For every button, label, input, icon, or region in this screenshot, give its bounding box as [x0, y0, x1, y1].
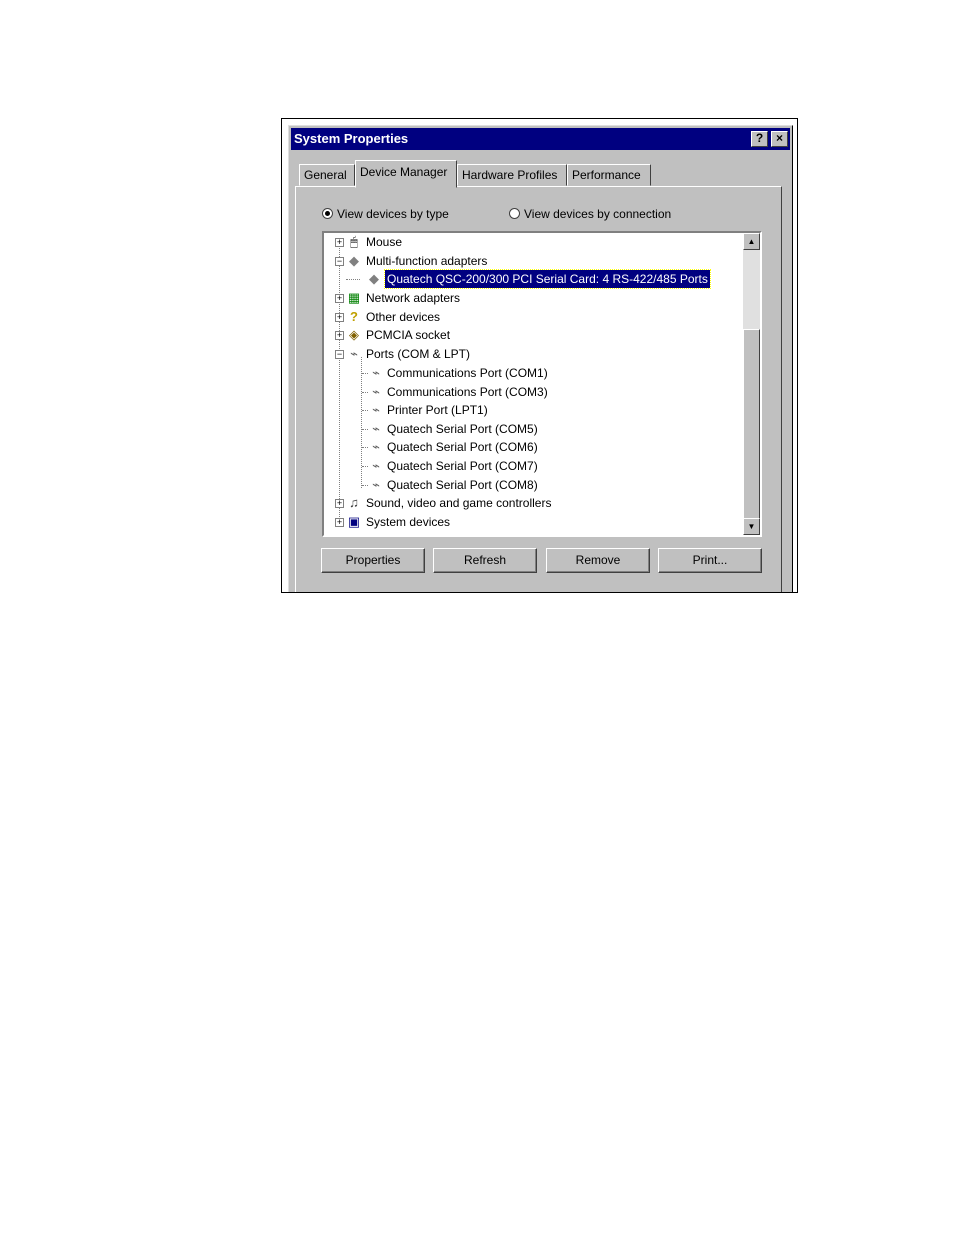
tree-item-label: Mouse: [366, 235, 403, 249]
port-connector-icon: ⌁: [372, 421, 380, 436]
port-connector-icon: ⌁: [372, 439, 380, 454]
tree-item-pcmcia-socket[interactable]: + ◈ PCMCIA socket: [324, 326, 724, 344]
computer-icon: ▣: [347, 514, 361, 529]
mouse-icon: 🖱: [350, 234, 358, 249]
scroll-thumb[interactable]: [743, 329, 760, 519]
tree-item-label: Ports (COM & LPT): [366, 347, 471, 361]
view-by-connection-label: View devices by connection: [524, 207, 672, 221]
port-connector-icon: ⌁: [372, 458, 380, 473]
remove-button[interactable]: Remove: [546, 548, 650, 573]
view-by-type-radio[interactable]: View devices by type: [322, 207, 449, 221]
expand-icon: +: [335, 498, 344, 508]
expand-icon: +: [335, 237, 344, 247]
port-connector-icon: ⌁: [350, 346, 358, 361]
port-connector-icon: ⌁: [372, 402, 380, 417]
tree-item-com8[interactable]: ⌁ Quatech Serial Port (COM8): [324, 476, 724, 494]
radio-unselected-indicator: [509, 208, 520, 219]
tree-item-label: System devices: [366, 515, 451, 529]
expand-icon: +: [335, 293, 344, 303]
question-mark-icon: ?: [350, 309, 358, 324]
tab-hardware-profiles[interactable]: Hardware Profiles: [457, 164, 567, 186]
tree-item-mouse[interactable]: + 🖱 Mouse: [324, 233, 724, 251]
refresh-button[interactable]: Refresh: [433, 548, 537, 573]
close-icon: ×: [775, 131, 783, 145]
port-connector-icon: ⌁: [372, 365, 380, 380]
tree-item-label: Quatech Serial Port (COM8): [387, 478, 538, 492]
sound-video-game-icon: ♫: [349, 495, 359, 510]
tree-item-other-devices[interactable]: + ? Other devices: [324, 308, 724, 326]
scroll-up-button[interactable]: ▲: [743, 233, 760, 250]
scroll-down-button[interactable]: ▼: [743, 518, 760, 535]
expand-icon: +: [335, 312, 344, 322]
help-button[interactable]: ?: [751, 131, 768, 147]
port-connector-icon: ⌁: [372, 384, 380, 399]
help-icon: ?: [755, 131, 764, 145]
vertical-scrollbar[interactable]: ▲ ▼: [743, 233, 760, 535]
network-adapter-icon: ▦: [347, 290, 361, 305]
expand-icon: +: [335, 517, 344, 527]
tree-item-label: PCMCIA socket: [366, 328, 451, 342]
system-properties-window: System Properties ? × General Device Man…: [288, 125, 793, 592]
radio-selected-indicator: [322, 208, 333, 219]
properties-button[interactable]: Properties: [321, 548, 425, 573]
print-button[interactable]: Print...: [658, 548, 762, 573]
screenshot-frame: System Properties ? × General Device Man…: [281, 118, 798, 593]
tree-item-label: Communications Port (COM3): [387, 385, 548, 399]
collapse-icon: −: [335, 349, 344, 359]
tree-item-ports[interactable]: − ⌁ Ports (COM & LPT): [324, 345, 724, 363]
device-manager-panel: View devices by type View devices by con…: [295, 186, 782, 592]
window-title: System Properties: [294, 131, 409, 146]
tree-item-network-adapters[interactable]: + ▦ Network adapters: [324, 289, 724, 307]
tree-item-quatech-qsc-card[interactable]: ◆ Quatech QSC-200/300 PCI Serial Card: 4…: [324, 269, 744, 289]
arrow-down-icon: ▼: [747, 522, 756, 531]
multifunction-adapter-icon: ◆: [369, 271, 379, 286]
port-connector-icon: ⌁: [372, 477, 380, 492]
pcmcia-socket-icon: ◈: [349, 327, 359, 342]
tree-item-label: Sound, video and game controllers: [366, 496, 552, 510]
tree-item-label: Quatech QSC-200/300 PCI Serial Card: 4 R…: [384, 269, 711, 289]
tree-item-lpt1[interactable]: ⌁ Printer Port (LPT1): [324, 401, 724, 419]
tree-item-com3[interactable]: ⌁ Communications Port (COM3): [324, 383, 724, 401]
tree-item-label: Printer Port (LPT1): [387, 403, 488, 417]
tree-item-com5[interactable]: ⌁ Quatech Serial Port (COM5): [324, 420, 724, 438]
tree-item-com7[interactable]: ⌁ Quatech Serial Port (COM7): [324, 457, 724, 475]
tree-item-sound-video-game[interactable]: + ♫ Sound, video and game controllers: [324, 494, 724, 512]
tree-item-system-devices[interactable]: + ▣ System devices: [324, 513, 724, 531]
tree-line: [346, 279, 360, 280]
view-by-type-label: View devices by type: [337, 207, 449, 221]
multifunction-adapter-icon: ◆: [349, 253, 359, 268]
close-button[interactable]: ×: [771, 131, 788, 147]
tree-item-label: Network adapters: [366, 291, 461, 305]
arrow-up-icon: ▲: [747, 237, 756, 246]
tree-item-com6[interactable]: ⌁ Quatech Serial Port (COM6): [324, 438, 724, 456]
expand-icon: +: [335, 330, 344, 340]
tree-item-multifunction-adapters[interactable]: − ◆ Multi-function adapters: [324, 252, 724, 270]
collapse-icon: −: [335, 256, 344, 266]
tab-general[interactable]: General: [299, 164, 355, 186]
tree-item-label: Quatech Serial Port (COM7): [387, 459, 538, 473]
tab-device-manager[interactable]: Device Manager: [355, 160, 457, 188]
tree-item-label: Multi-function adapters: [366, 254, 488, 268]
tree-item-label: Quatech Serial Port (COM6): [387, 440, 538, 454]
tab-performance[interactable]: Performance: [567, 164, 651, 186]
device-tree[interactable]: + 🖱 Mouse − ◆ Multi-function adapters ◆ …: [322, 231, 762, 537]
view-by-connection-radio[interactable]: View devices by connection: [509, 207, 671, 221]
tree-item-label: Other devices: [366, 310, 441, 324]
tree-item-label: Communications Port (COM1): [387, 366, 548, 380]
tree-item-com1[interactable]: ⌁ Communications Port (COM1): [324, 364, 724, 382]
title-bar: System Properties ? ×: [291, 128, 790, 150]
tree-item-label: Quatech Serial Port (COM5): [387, 422, 538, 436]
